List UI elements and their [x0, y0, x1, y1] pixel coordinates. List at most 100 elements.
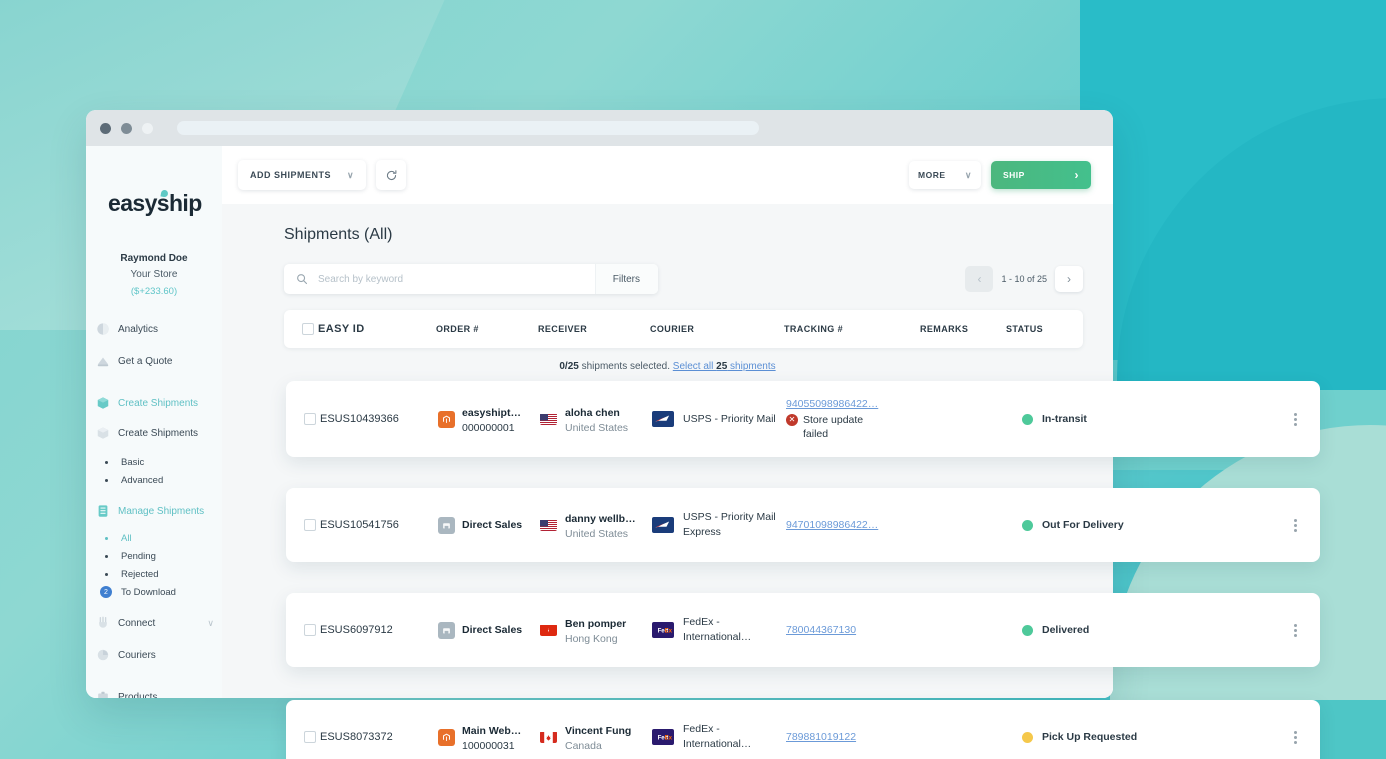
- row-menu-button[interactable]: [1270, 517, 1320, 534]
- row-order: Main Web… 100000031: [438, 721, 540, 754]
- row-checkbox[interactable]: [304, 413, 316, 425]
- easyship-logo[interactable]: easyship: [86, 189, 222, 217]
- search-box[interactable]: Filters: [284, 264, 658, 294]
- sidebar-subitem-rejected[interactable]: Rejected: [96, 566, 222, 582]
- refresh-icon: [386, 169, 397, 180]
- create-shipments-icon: [96, 396, 110, 410]
- row-menu-button[interactable]: [1270, 622, 1320, 639]
- row-courier-name: USPS - Priority Mail Express: [683, 511, 776, 538]
- row-checkbox[interactable]: [304, 624, 316, 636]
- row-tracking-cell: 94055098986422… ✕ Store update failed: [786, 398, 922, 441]
- filters-button[interactable]: Filters: [594, 264, 658, 294]
- select-all-link[interactable]: Select all 25 shipments: [673, 361, 776, 372]
- sidebar-group-label: Manage Shipments: [118, 505, 205, 517]
- row-checkbox[interactable]: [304, 519, 316, 531]
- browser-url-bar[interactable]: [177, 121, 759, 135]
- user-balance[interactable]: ($+233.60): [86, 283, 222, 300]
- row-receiver-country: Canada: [565, 739, 602, 752]
- background-pale-dome: [1110, 425, 1386, 725]
- row-menu-button[interactable]: [1270, 411, 1320, 428]
- row-checkbox-cell: [286, 624, 320, 636]
- refresh-button[interactable]: [376, 160, 407, 190]
- usps-logo: [652, 517, 674, 533]
- table-row[interactable]: ESUS6097912 Direct Sales Ben pomper Hong…: [286, 593, 1320, 667]
- quote-icon: [96, 354, 110, 368]
- select-all-prefix: Select all: [672, 361, 717, 372]
- ship-button[interactable]: SHIP ›: [991, 161, 1091, 189]
- window-close-dot[interactable]: [100, 122, 111, 134]
- selection-count: 0/25: [559, 361, 579, 372]
- sidebar-item-analytics[interactable]: Analytics: [96, 318, 222, 340]
- connect-icon: [96, 616, 110, 630]
- row-courier: Fed Ex FedEx - International…: [652, 722, 786, 752]
- sidebar-item-products[interactable]: Products: [96, 686, 222, 698]
- table-row[interactable]: ESUS10541756 Direct Sales danny wellb… U…: [286, 488, 1320, 562]
- row-easy-id: ESUS10439366: [320, 413, 399, 425]
- sidebar-subitem-to-download[interactable]: 2 To Download: [96, 584, 222, 600]
- row-store-name: Main Web…: [462, 724, 522, 737]
- select-all-suffix: shipments: [727, 361, 776, 372]
- select-all-checkbox[interactable]: [302, 323, 314, 335]
- window-maximize-dot[interactable]: [142, 122, 153, 134]
- more-button[interactable]: MORE ∨: [909, 161, 981, 189]
- direct-sales-icon: [438, 621, 455, 639]
- row-receiver-text: Vincent Fung Canada: [565, 721, 631, 754]
- selection-text: shipments selected.: [578, 361, 673, 372]
- search-input[interactable]: [308, 273, 595, 285]
- page-title: Shipments (All): [284, 226, 393, 243]
- sidebar-subitem-label: Basic: [121, 456, 145, 468]
- column-status: STATUS: [1006, 324, 1044, 334]
- sidebar-subitem-all[interactable]: All: [96, 530, 222, 546]
- row-menu-button[interactable]: [1270, 729, 1320, 746]
- column-courier: COURIER: [650, 324, 695, 334]
- pagination-prev-button[interactable]: ‹: [965, 266, 994, 292]
- pagination: ‹ 1 - 10 of 25 ›: [965, 266, 1083, 292]
- sidebar-group-create-shipments[interactable]: Create Shipments: [96, 392, 222, 414]
- magento-icon: [438, 410, 455, 428]
- sidebar-item-connect[interactable]: Connect ∨: [96, 612, 222, 634]
- window-minimize-dot[interactable]: [121, 122, 132, 134]
- usps-logo: [652, 411, 674, 427]
- couriers-icon: [96, 648, 110, 662]
- sidebar-item-get-a-quote[interactable]: Get a Quote: [96, 350, 222, 372]
- row-store-name: Direct Sales: [462, 623, 523, 636]
- row-receiver-text: Ben pomper Hong Kong: [565, 614, 626, 647]
- table-row[interactable]: ESUS8073372 Main Web… 100000031 Vincent …: [286, 700, 1320, 759]
- table-row[interactable]: ESUS10439366 easyshipt… 000000001 aloha …: [286, 381, 1320, 457]
- select-all-checkbox-cell: [284, 323, 318, 335]
- selection-summary: 0/25 shipments selected. Select all 25 s…: [222, 361, 1113, 372]
- row-checkbox[interactable]: [304, 731, 316, 743]
- search-icon: [297, 274, 308, 285]
- sidebar-subitem-pending[interactable]: Pending: [96, 548, 222, 564]
- row-tracking-link[interactable]: 780044367130: [786, 624, 856, 636]
- row-tracking-link[interactable]: 789881019122: [786, 731, 856, 743]
- add-shipments-button[interactable]: ADD SHIPMENTS ∨: [238, 160, 367, 190]
- row-tracking-link[interactable]: 94055098986422…: [786, 398, 878, 410]
- chevron-right-icon: ›: [1074, 168, 1079, 182]
- sidebar-subitem-advanced[interactable]: Advanced: [96, 472, 222, 488]
- column-order-no: ORDER #: [436, 324, 479, 334]
- user-block: Raymond Doe Your Store ($+233.60): [86, 251, 222, 300]
- row-order-text: Main Web… 100000031: [462, 721, 521, 754]
- sidebar-item-create-shipments[interactable]: Create Shipments: [96, 422, 222, 444]
- kebab-menu-icon[interactable]: [1293, 729, 1297, 746]
- row-receiver-country: Hong Kong: [565, 632, 618, 645]
- sidebar-group-manage-shipments[interactable]: Manage Shipments: [96, 500, 222, 522]
- sidebar-item-label: Analytics: [118, 323, 159, 335]
- row-tracking-link[interactable]: 94701098986422…: [786, 519, 878, 531]
- sidebar-item-couriers[interactable]: Couriers: [96, 644, 222, 666]
- kebab-menu-icon[interactable]: [1293, 622, 1297, 639]
- pagination-next-button[interactable]: ›: [1055, 266, 1083, 292]
- status-dot-icon: [1022, 519, 1033, 531]
- kebab-menu-icon[interactable]: [1293, 517, 1297, 534]
- row-order: easyshipt… 000000001: [438, 403, 540, 436]
- kebab-menu-icon[interactable]: [1293, 411, 1297, 428]
- more-label: MORE: [918, 170, 946, 180]
- sidebar-subitem-basic[interactable]: Basic: [96, 454, 222, 470]
- fedex-logo: Fed Ex: [652, 622, 674, 638]
- us-flag: [540, 519, 557, 531]
- row-receiver-country: United States: [565, 527, 629, 540]
